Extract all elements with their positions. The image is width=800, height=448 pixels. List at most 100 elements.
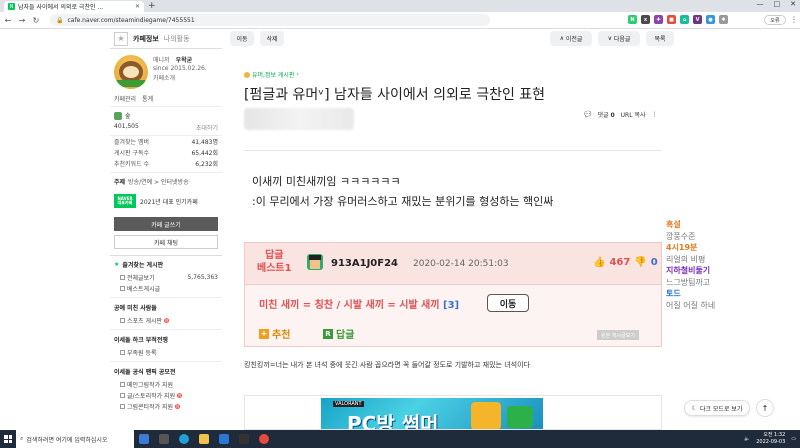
- url-text: cafe.naver.com/steamindiegame/7455551: [67, 16, 195, 24]
- taskbar-app-chrome[interactable]: [254, 430, 274, 448]
- tab-title: 남자들 사이에서 의외로 극찬인 ...: [18, 4, 104, 11]
- speaker-icon[interactable]: 🔈: [744, 436, 750, 442]
- cafe-grade: 숲: [110, 107, 222, 120]
- board-icon: [120, 404, 125, 409]
- chat-name: 지하철비둘기: [666, 266, 711, 275]
- taskbar-app-edge[interactable]: [174, 430, 194, 448]
- cafe-meta: 매니저 우왁굳 since 2015.02.26. 카페소개: [153, 55, 207, 89]
- sidebar-tabs: ★ 카페정보 나의활동: [110, 29, 222, 49]
- extension-green-icon[interactable]: N: [628, 15, 637, 24]
- board-item-tribe[interactable]: 부족원 등록: [110, 347, 222, 358]
- member-count[interactable]: 401,505: [114, 123, 139, 132]
- browser-menu-icon[interactable]: ⋮: [790, 15, 798, 24]
- tab-my-activity[interactable]: 나의활동: [164, 34, 190, 44]
- extension-dark-icon[interactable]: x: [641, 15, 650, 24]
- board-item-best[interactable]: 베스트게시글: [110, 283, 222, 294]
- invite-link[interactable]: 초대하기: [196, 123, 218, 132]
- since-date: since 2015.02.26.: [153, 65, 207, 72]
- best-comment-image: 답글 베스트1 913A1J0F24 2020-02-14 20:51:03 👍…: [244, 242, 662, 347]
- cafe-manage-link[interactable]: 카페관리: [114, 94, 136, 103]
- start-button[interactable]: [0, 430, 16, 448]
- notification-icon[interactable]: ▭: [791, 436, 796, 442]
- star-icon: ★: [114, 261, 120, 268]
- new-tab-icon[interactable]: +: [148, 1, 156, 11]
- chat-name: 4시19분: [666, 243, 698, 252]
- url-copy-button[interactable]: URL 복사: [621, 110, 646, 119]
- comment-date: 2020-02-14 20:51:03: [413, 259, 509, 269]
- taskbar-app-taskview[interactable]: [154, 430, 174, 448]
- write-post-button[interactable]: 카페 글쓰기: [114, 217, 218, 231]
- board-item-all[interactable]: 전체글보기 5,765,363: [110, 272, 222, 283]
- dark-mode-button[interactable]: ☾ 다크 모드로 보기: [684, 400, 750, 416]
- board-item-sports[interactable]: 스포츠 게시판 N: [110, 315, 222, 326]
- stats-link[interactable]: 통계: [142, 94, 153, 103]
- scroll-top-button[interactable]: ↑: [756, 399, 774, 417]
- board-icon: [120, 382, 125, 387]
- comment-text: 미친 새끼 = 칭찬 / 시발 새끼 = 시발 새끼 [3]: [259, 300, 460, 311]
- extension-teal-icon[interactable]: ⌂: [680, 15, 689, 24]
- windows-logo-icon: [4, 435, 12, 443]
- article-caption: 킹친킹끼=너는 내가 본 녀석 중에 웃긴 사람 꼽으라면 꼭 들어갈 정도로 …: [244, 361, 530, 369]
- board-item-main-art[interactable]: 메인그림작가 지원: [110, 379, 222, 390]
- extension-v-icon[interactable]: V: [693, 15, 702, 24]
- more-icon[interactable]: ⋮: [652, 111, 658, 118]
- comment-votes: 👍 467 👎 0: [593, 257, 658, 268]
- upvote-count: 467: [609, 257, 631, 268]
- taskbar-search[interactable]: ⌕ 검색하려면 여기에 입력하십시오: [16, 430, 134, 448]
- browser-tabbar: N 남자들 사이에서 의외로 극찬인 ... ✕ + — □ ✕: [0, 0, 800, 12]
- reload-icon[interactable]: ↻: [32, 16, 40, 25]
- close-tab-icon[interactable]: ✕: [135, 3, 140, 10]
- thumbs-up-icon: 👍: [593, 257, 606, 268]
- board-category: 이세돌 공식 팬픽 공모전: [110, 361, 222, 379]
- delete-button[interactable]: 삭제: [260, 31, 284, 46]
- puzzle-icon[interactable]: ✱: [719, 15, 728, 24]
- taskbar-app-game[interactable]: [134, 430, 154, 448]
- chat-message: 느그방팀까고: [666, 277, 711, 287]
- extension-purple-icon[interactable]: ✚: [654, 15, 663, 24]
- comment-icon: 💬: [584, 111, 592, 118]
- chat-message: 리얼의 비평: [666, 254, 706, 264]
- topic-label: 주제: [114, 179, 126, 186]
- comment-header: 답글 베스트1 913A1J0F24 2020-02-14 20:51:03 👍…: [245, 243, 661, 285]
- taskbar-app-explorer[interactable]: [194, 430, 214, 448]
- close-window-icon[interactable]: ✕: [790, 0, 796, 8]
- board-category: 이세돌 하크 부적전쟁: [110, 329, 222, 347]
- chevron-right-icon: ›: [296, 71, 299, 78]
- prev-post-button[interactable]: ∧ 이전글: [550, 31, 592, 46]
- body-line: 이새끼 미친새끼임 ㅋㅋㅋㅋㅋㅋ: [252, 175, 401, 188]
- extension-blue-icon[interactable]: ●: [706, 15, 715, 24]
- extension-red-icon[interactable]: ■: [667, 15, 676, 24]
- topic-value[interactable]: 방송/연예 > 인터넷방송: [128, 179, 189, 186]
- taskbar-app-vscode[interactable]: [214, 430, 234, 448]
- board-item-conti[interactable]: 그림콘티작가 지원 N: [110, 401, 222, 412]
- thumbs-down-icon: 👎: [634, 257, 647, 268]
- browser-tab[interactable]: N 남자들 사이에서 의외로 극찬인 ... ✕: [4, 1, 144, 12]
- move-button[interactable]: 이동: [230, 31, 254, 46]
- maximize-icon[interactable]: □: [774, 0, 781, 8]
- favorite-star-icon[interactable]: ★: [114, 31, 128, 46]
- ad-tag: VALORANT: [333, 401, 364, 407]
- minimize-icon[interactable]: —: [757, 0, 764, 8]
- url-bar[interactable]: 🔒 cafe.naver.com/steamindiegame/7455551: [50, 14, 490, 26]
- stat-row: 게시판 구독수 65,442회: [110, 147, 222, 158]
- tab-cafe-info[interactable]: 카페정보: [133, 34, 159, 44]
- board-link[interactable]: 유머,정보 게시판 ›: [244, 70, 664, 79]
- cafe-chat-button[interactable]: 카페 채팅: [114, 235, 218, 249]
- board-item-story[interactable]: 글/스토리작가 지원 N: [110, 390, 222, 401]
- clock[interactable]: 오전 1:32 2022-09-03: [756, 432, 785, 446]
- taskbar-app-dark[interactable]: [234, 430, 254, 448]
- grade-text: 숲: [125, 113, 131, 120]
- profile-button[interactable]: 오류: [764, 15, 786, 25]
- cafe-intro-link[interactable]: 카페소개: [153, 73, 207, 82]
- reply-icon: R: [323, 328, 333, 339]
- cafe-info: 매니저 우왁굳 since 2015.02.26. 카페소개: [110, 49, 222, 91]
- list-button[interactable]: 목록: [646, 31, 674, 46]
- owner-name[interactable]: 우왁굳: [176, 55, 193, 64]
- forward-icon[interactable]: →: [18, 16, 26, 25]
- new-badge: N: [177, 393, 183, 398]
- ad-banner[interactable]: VALORANT PC방 썸머: [244, 395, 662, 430]
- comment-link[interactable]: 댓글 0: [597, 110, 614, 119]
- new-badge: N: [164, 318, 170, 323]
- back-icon[interactable]: ←: [4, 16, 12, 25]
- next-post-button[interactable]: ∨ 다음글: [598, 31, 640, 46]
